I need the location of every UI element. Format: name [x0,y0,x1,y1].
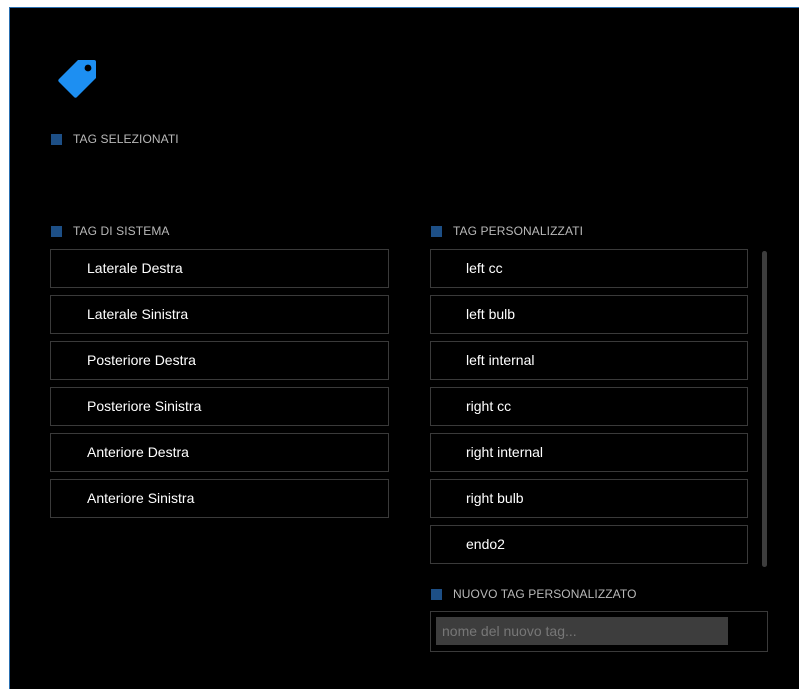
section-marker [51,225,62,237]
custom-tags-header: TAG PERSONALIZZATI [431,224,583,238]
new-tag-input[interactable] [436,617,728,645]
custom-tags-list: left cc left bulb left internal right cc… [430,249,748,568]
custom-tag-item[interactable]: left cc [430,249,748,288]
custom-tags-title: TAG PERSONALIZZATI [453,224,584,238]
system-tags-title: TAG DI SISTEMA [73,224,170,238]
section-marker [431,588,442,600]
new-tag-title: NUOVO TAG PERSONALIZZATO [453,587,637,601]
section-marker [431,225,442,237]
custom-tag-item[interactable]: right cc [430,387,748,426]
selected-tags-title: TAG SELEZIONATI [73,132,179,146]
custom-tags-scroll-area[interactable]: left cc left bulb left internal right cc… [430,249,750,568]
scrollbar-thumb[interactable] [762,251,767,567]
system-tag-item[interactable]: Laterale Sinistra [50,295,389,334]
system-tag-item[interactable]: Anteriore Sinistra [50,479,389,518]
system-tag-item[interactable]: Laterale Destra [50,249,389,288]
system-tags-list: Laterale Destra Laterale Sinistra Poster… [50,249,389,525]
section-marker [51,133,62,145]
custom-tag-item[interactable]: right bulb [430,479,748,518]
custom-tag-item[interactable]: left bulb [430,295,748,334]
system-tag-item[interactable]: Posteriore Destra [50,341,389,380]
tag-icon [58,60,96,98]
custom-tags-scrollbar[interactable] [762,251,767,567]
new-tag-header: NUOVO TAG PERSONALIZZATO [431,587,637,601]
system-tag-item[interactable]: Anteriore Destra [50,433,389,472]
system-tag-item[interactable]: Posteriore Sinistra [50,387,389,426]
selected-tags-header: TAG SELEZIONATI [51,132,179,146]
tag-panel: TAG SELEZIONATI TAG DI SISTEMA Laterale … [9,7,799,689]
new-tag-box [430,611,768,652]
system-tags-header: TAG DI SISTEMA [51,224,170,238]
custom-tag-item[interactable]: endo2 [430,525,748,564]
custom-tag-item[interactable]: left internal [430,341,748,380]
custom-tag-item[interactable]: right internal [430,433,748,472]
